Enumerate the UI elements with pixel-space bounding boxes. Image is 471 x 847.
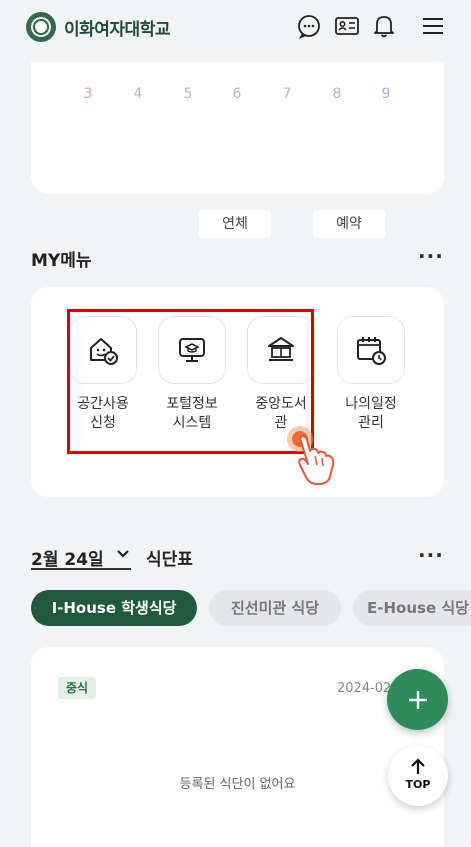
bell-icon[interactable] bbox=[371, 13, 397, 39]
calendar-week-row: 3 4 5 6 7 8 9 bbox=[31, 86, 444, 106]
meal-type-badge: 중식 bbox=[58, 677, 97, 699]
meal-tabs: I-House 학생식당 진선미관 식당 E-House 식당 bbox=[31, 590, 471, 630]
calendar-day[interactable]: 4 bbox=[128, 86, 148, 102]
calendar-day[interactable]: 8 bbox=[327, 86, 347, 102]
overdue-button[interactable]: 연체 bbox=[199, 210, 271, 238]
id-card-icon[interactable] bbox=[334, 13, 360, 39]
meal-title: 식단표 bbox=[146, 550, 193, 570]
tab-ihouse[interactable]: I-House 학생식당 bbox=[31, 590, 197, 626]
chevron-down-icon[interactable] bbox=[116, 549, 130, 559]
my-menu-title: MY메뉴 bbox=[31, 251, 92, 271]
meal-date-selector[interactable]: 2월 24일 bbox=[31, 545, 104, 570]
chat-icon[interactable] bbox=[296, 13, 322, 39]
university-seal-icon bbox=[26, 12, 56, 42]
menu-item-my-schedule[interactable]: 나의일정 관리 bbox=[331, 316, 411, 433]
reservation-button[interactable]: 예약 bbox=[313, 210, 385, 238]
date-underline bbox=[31, 568, 131, 570]
app-header: 이화여자대학교 bbox=[0, 0, 471, 52]
calendar-day[interactable]: 9 bbox=[376, 86, 396, 102]
university-logo[interactable]: 이화여자대학교 bbox=[26, 12, 170, 42]
scroll-top-button[interactable]: TOP bbox=[388, 746, 448, 806]
calendar-day[interactable]: 6 bbox=[227, 86, 247, 102]
menu-icon[interactable] bbox=[420, 13, 446, 39]
calendar-day[interactable]: 5 bbox=[178, 86, 198, 102]
pointing-hand-icon bbox=[287, 426, 335, 485]
meal-more-button[interactable]: ··· bbox=[418, 543, 444, 567]
logo-text: 이화여자대학교 bbox=[64, 19, 170, 40]
tab-ehouse[interactable]: E-House 식당 bbox=[353, 590, 471, 626]
add-fab-button[interactable] bbox=[387, 669, 448, 730]
calendar-day[interactable]: 7 bbox=[277, 86, 297, 102]
calendar-day[interactable]: 3 bbox=[78, 86, 98, 102]
calendar-card: 3 4 5 6 7 8 9 bbox=[31, 62, 444, 194]
plus-icon bbox=[408, 690, 427, 709]
tab-jinseonmi[interactable]: 진선미관 식당 bbox=[209, 590, 341, 626]
my-menu-more-button[interactable]: ··· bbox=[418, 244, 444, 268]
highlight-box bbox=[67, 309, 314, 454]
menu-tile bbox=[337, 316, 405, 384]
calendar-clock-icon bbox=[357, 337, 386, 365]
arrow-up-icon bbox=[411, 758, 425, 774]
top-label: TOP bbox=[405, 778, 431, 791]
meal-card: 중식 2024-02-24 등록된 식단이 없어요 bbox=[31, 647, 444, 847]
empty-meal-message: 등록된 식단이 없어요 bbox=[179, 777, 296, 792]
